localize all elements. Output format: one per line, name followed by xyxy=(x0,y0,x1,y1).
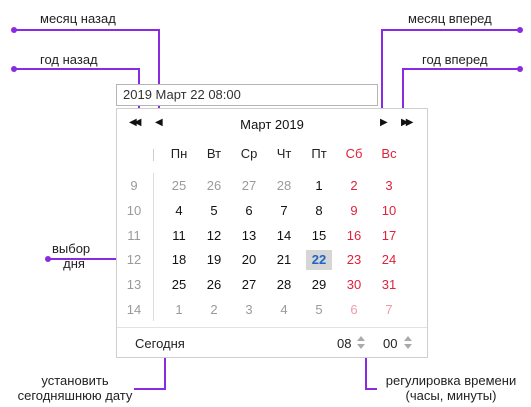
annotation-month-back: месяц назад xyxy=(40,11,116,26)
calendar-day[interactable]: 20 xyxy=(236,250,262,270)
calendar-day[interactable]: 23 xyxy=(341,250,367,270)
callout-year-forward-dot xyxy=(517,66,523,72)
calendar-day[interactable]: 18 xyxy=(166,250,192,270)
hours-spinner-icon[interactable] xyxy=(357,333,365,351)
annotation-set-today: установить сегодняшнюю дату xyxy=(0,373,150,403)
calendar-popup: ◀◀ ◀ Март 2019 ▶ ▶▶ Пн Вт Ср Чт Пт Сб Вс… xyxy=(116,108,428,358)
calendar-day[interactable]: 31 xyxy=(376,275,402,295)
annotation-time-adjust-line2: (часы, минуты) xyxy=(405,388,497,403)
calendar-day[interactable]: 16 xyxy=(341,226,367,246)
calendar-day[interactable]: 2 xyxy=(201,300,227,320)
callout-month-back-dot xyxy=(11,27,17,33)
annotation-year-back: год назад xyxy=(40,52,98,67)
calendar-day[interactable]: 13 xyxy=(236,226,262,246)
callout-year-back-dot xyxy=(11,66,17,72)
callout-month-forward-dot xyxy=(517,27,523,33)
calendar-day[interactable]: 4 xyxy=(166,201,192,221)
callout-month-forward-h xyxy=(381,29,521,31)
calendar-day[interactable]: 17 xyxy=(376,226,402,246)
week-number: 11 xyxy=(127,228,141,243)
calendar-day[interactable]: 10 xyxy=(376,201,402,221)
callout-time-adjust-h xyxy=(365,388,377,390)
annotation-month-forward: месяц вперед xyxy=(408,11,492,26)
callout-month-back-h xyxy=(14,29,160,31)
annotation-select-day-line1: выбор xyxy=(52,241,91,256)
calendar-day[interactable]: 1 xyxy=(306,176,332,196)
weekday-header-mon: Пн xyxy=(170,146,188,161)
calendar-day[interactable]: 12 xyxy=(201,226,227,246)
callout-year-forward-h xyxy=(402,68,521,70)
calendar-day[interactable]: 6 xyxy=(341,300,367,320)
minutes-spinner-icon[interactable] xyxy=(404,333,412,351)
calendar-day-selected[interactable]: 22 xyxy=(306,250,332,270)
calendar-day[interactable]: 28 xyxy=(271,176,297,196)
calendar-day[interactable]: 26 xyxy=(201,275,227,295)
annotation-set-today-line2: сегодняшнюю дату xyxy=(17,388,133,403)
calendar-day[interactable]: 25 xyxy=(166,275,192,295)
annotation-set-today-line1: установить xyxy=(41,373,109,388)
callout-set-today-v xyxy=(164,354,166,390)
week-number: 14 xyxy=(126,302,142,317)
calendar-day[interactable]: 6 xyxy=(236,201,262,221)
calendar-day[interactable]: 2 xyxy=(341,176,367,196)
weekday-header-fri: Пт xyxy=(311,146,327,161)
next-month-icon[interactable]: ▶ xyxy=(380,117,388,128)
calendar-day[interactable]: 25 xyxy=(166,176,192,196)
calendar-day[interactable]: 27 xyxy=(236,275,262,295)
calendar-day[interactable]: 4 xyxy=(271,300,297,320)
week-column-divider xyxy=(153,173,154,321)
calendar-day[interactable]: 7 xyxy=(376,300,402,320)
calendar-day[interactable]: 14 xyxy=(271,226,297,246)
calendar-day[interactable]: 21 xyxy=(271,250,297,270)
calendar-day[interactable]: 30 xyxy=(341,275,367,295)
weekday-header-sun: Вс xyxy=(381,146,397,161)
week-number: 10 xyxy=(126,203,142,218)
week-number: 12 xyxy=(126,252,142,267)
calendar-day[interactable]: 11 xyxy=(166,226,192,246)
calendar-day[interactable]: 3 xyxy=(236,300,262,320)
calendar-footer-divider xyxy=(117,327,427,328)
weekday-header-tue: Вт xyxy=(206,146,222,161)
calendar-day[interactable]: 5 xyxy=(306,300,332,320)
annotation-time-adjust: регулировка времени (часы, минуты) xyxy=(372,373,530,403)
week-column-separator xyxy=(153,149,154,161)
calendar-day[interactable]: 29 xyxy=(306,275,332,295)
annotation-select-day: выбор дня xyxy=(52,241,90,271)
today-button[interactable]: Сегодня xyxy=(135,336,185,351)
calendar-day[interactable]: 15 xyxy=(306,226,332,246)
calendar-day[interactable]: 27 xyxy=(236,176,262,196)
calendar-day[interactable]: 28 xyxy=(271,275,297,295)
annotation-time-adjust-line1: регулировка времени xyxy=(385,373,517,388)
calendar-day[interactable]: 19 xyxy=(201,250,227,270)
calendar-day[interactable]: 7 xyxy=(271,201,297,221)
week-number: 9 xyxy=(130,178,138,193)
calendar-day[interactable]: 8 xyxy=(306,201,332,221)
calendar-day[interactable]: 26 xyxy=(201,176,227,196)
week-number: 13 xyxy=(126,277,142,292)
weekday-header-sat: Сб xyxy=(345,146,363,161)
next-year-icon[interactable]: ▶▶ xyxy=(401,117,414,128)
annotation-year-forward: год вперед xyxy=(422,52,488,67)
hours-value[interactable]: 08 xyxy=(337,336,351,351)
callout-time-adjust-v xyxy=(365,354,367,390)
weekday-header-wed: Ср xyxy=(240,146,258,161)
calendar-day[interactable]: 24 xyxy=(376,250,402,270)
weekday-header-thu: Чт xyxy=(276,146,292,161)
minutes-value[interactable]: 00 xyxy=(383,336,397,351)
calendar-day[interactable]: 1 xyxy=(166,300,192,320)
calendar-day[interactable]: 9 xyxy=(341,201,367,221)
calendar-day[interactable]: 5 xyxy=(201,201,227,221)
callout-set-today-h xyxy=(134,388,166,390)
datetime-input[interactable]: 2019 Март 22 08:00 xyxy=(116,84,378,106)
calendar-day[interactable]: 3 xyxy=(376,176,402,196)
callout-select-day-dot-left xyxy=(45,256,51,262)
callout-year-back-h xyxy=(14,68,140,70)
